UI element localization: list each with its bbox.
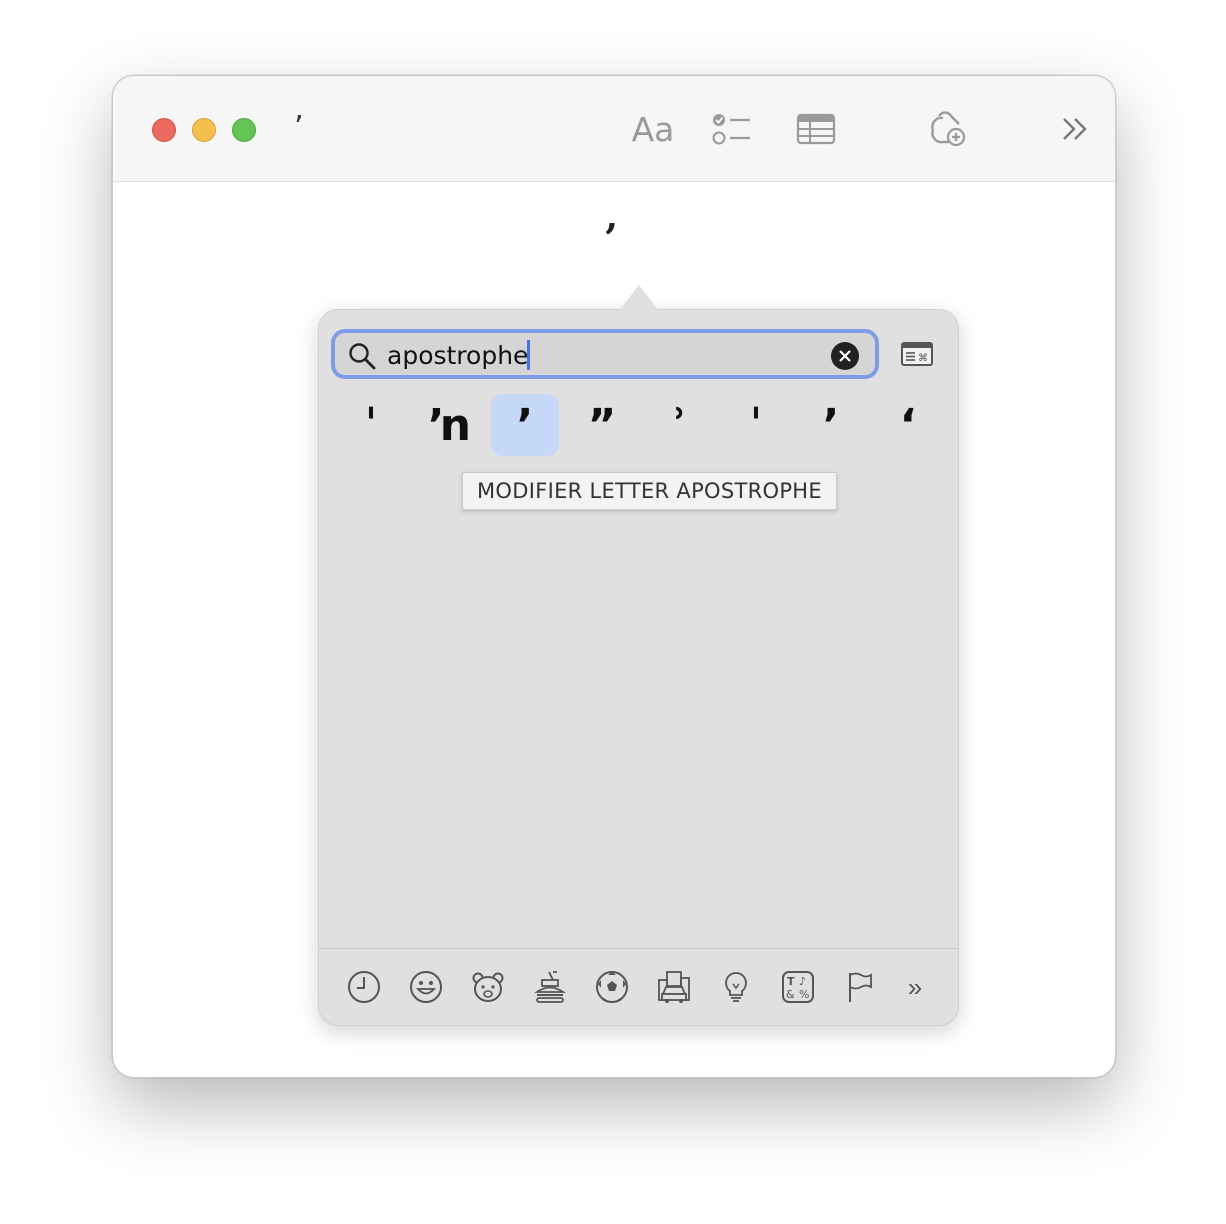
table-button[interactable]	[791, 106, 841, 152]
category-activity[interactable]	[594, 969, 630, 1005]
character-name-tooltip: MODIFIER LETTER APOSTROPHE	[462, 472, 837, 510]
close-window-button[interactable]	[152, 118, 176, 142]
category-objects[interactable]	[718, 969, 754, 1005]
document-text[interactable]: ʼ	[603, 216, 617, 263]
minimize-window-button[interactable]	[192, 118, 216, 142]
search-field[interactable]	[331, 329, 879, 379]
checklist-button[interactable]	[707, 106, 757, 152]
checklist-icon	[712, 114, 750, 145]
search-results: ˈ ŉ ʼ ˮ ʾ ˈ ʼ ʻ	[331, 390, 951, 460]
building-car-icon	[658, 971, 690, 1003]
result-char-selected[interactable]: ʼ	[491, 394, 559, 456]
character-viewer-popover: ⌘ ˈ ŉ ʼ ˮ ʾ ˈ ʼ ʻ MODIFIER LETTER APOSTR…	[318, 309, 959, 1026]
result-char[interactable]: ˮ	[568, 394, 636, 456]
collaborate-button[interactable]	[921, 106, 971, 152]
window-title: ʼ	[294, 110, 304, 145]
result-char[interactable]: ʾ	[645, 394, 713, 456]
categories-more-button[interactable]: »	[897, 969, 933, 1005]
category-animals[interactable]	[470, 969, 506, 1005]
result-char[interactable]: ʼ	[797, 394, 865, 456]
svg-text:⌘: ⌘	[918, 353, 928, 364]
category-flags[interactable]	[842, 969, 878, 1005]
character-viewer-icon: ⌘	[901, 342, 933, 366]
svg-text:&: &	[786, 988, 795, 1001]
category-travel[interactable]	[656, 969, 692, 1005]
bear-icon	[472, 972, 504, 1002]
flag-icon	[849, 972, 872, 1002]
symbols-icon: T ♪ & %	[782, 971, 814, 1003]
toolbar-more-button[interactable]	[1055, 106, 1095, 152]
result-char[interactable]: ŉ	[416, 394, 484, 456]
burger-icon	[534, 971, 566, 1003]
search-icon	[349, 343, 376, 370]
category-recent[interactable]	[346, 969, 382, 1005]
category-symbols[interactable]: T ♪ & %	[780, 969, 816, 1005]
search-input[interactable]	[387, 337, 817, 373]
category-food[interactable]	[532, 969, 568, 1005]
result-char[interactable]: ˈ	[722, 394, 790, 456]
category-smileys[interactable]	[408, 969, 444, 1005]
result-char[interactable]: ˈ	[337, 394, 405, 456]
collaborate-icon	[931, 111, 966, 147]
lightbulb-icon	[725, 972, 747, 1002]
zoom-window-button[interactable]	[232, 118, 256, 142]
smiley-icon	[410, 971, 442, 1003]
popover-arrow	[619, 285, 659, 311]
title-bar: ʼ Aa	[113, 76, 1115, 182]
soccer-ball-icon	[596, 971, 628, 1003]
clock-icon	[348, 971, 380, 1003]
chevron-double-right-icon	[1063, 118, 1087, 140]
show-character-viewer-button[interactable]: ⌘	[901, 342, 933, 366]
clear-search-button[interactable]	[831, 342, 859, 370]
svg-text:%: %	[799, 988, 809, 1001]
close-icon	[839, 350, 851, 362]
table-icon	[796, 113, 836, 145]
svg-text:T: T	[787, 975, 795, 988]
result-char[interactable]: ʻ	[874, 394, 942, 456]
text-caret	[527, 340, 530, 370]
format-button[interactable]: Aa	[618, 106, 688, 152]
svg-text:♪: ♪	[799, 975, 806, 988]
category-bar: T ♪ & % »	[319, 948, 958, 1027]
